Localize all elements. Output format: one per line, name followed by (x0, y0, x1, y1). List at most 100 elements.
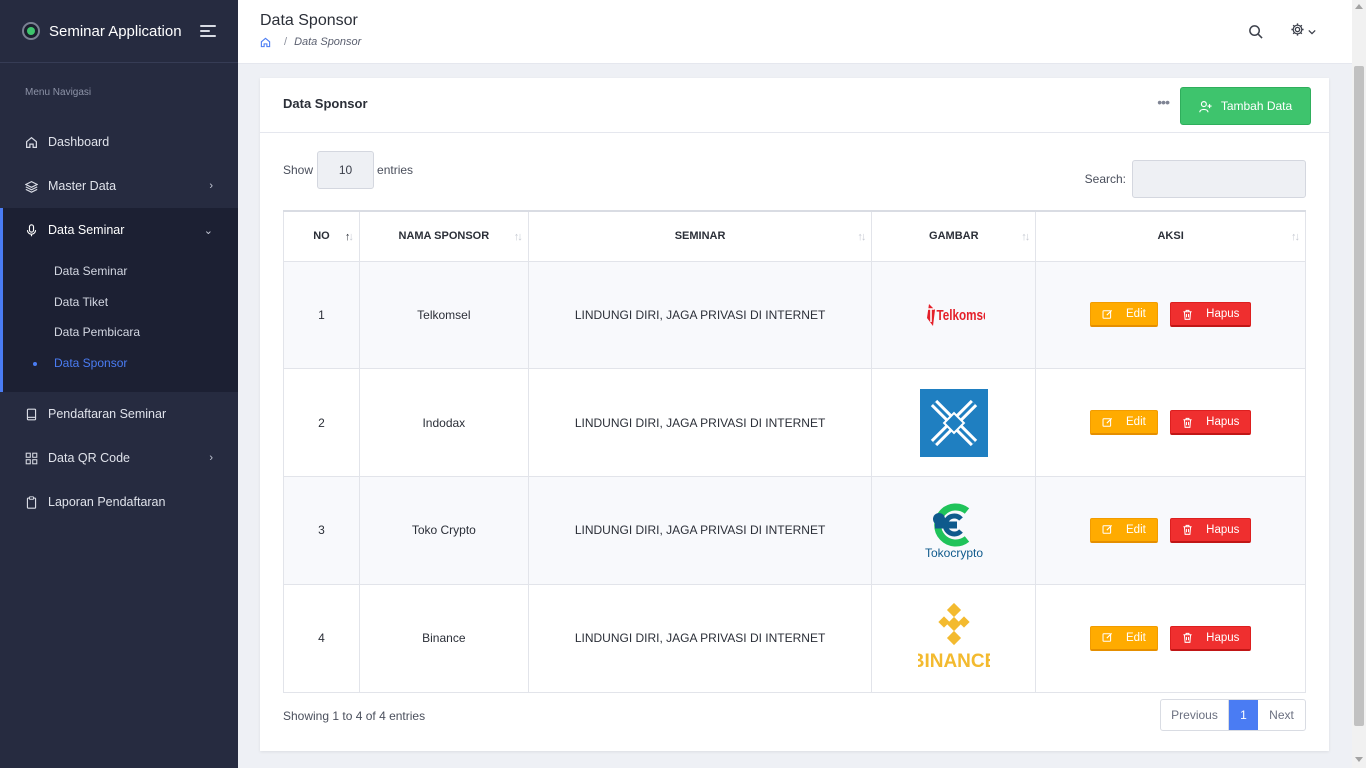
sidebar-item-dashboard[interactable]: Dashboard (0, 120, 238, 164)
table-search: Search: (1085, 160, 1306, 198)
cell-no: 1 (283, 260, 360, 370)
sidebar-brand: Seminar Application (0, 0, 238, 63)
telkomsel-logo-text: Telkomsel (936, 307, 985, 323)
home-icon (25, 136, 38, 149)
table-header-row: NO ↑↓ NAMA SPONSOR ↑↓ SEMINAR ↑↓ GAMBAR ↑↓ A… (283, 210, 1306, 262)
clipboard-icon (25, 495, 38, 509)
chevron-down-icon: ⌄ (203, 224, 213, 237)
breadcrumb: / Data Sponsor (260, 36, 361, 48)
page-scrollbar[interactable] (1352, 0, 1366, 768)
topbar: Data Sponsor / Data Sponsor (238, 0, 1352, 64)
sidebar-section-label: Menu Navigasi (25, 87, 92, 98)
delete-button[interactable]: Hapus (1170, 625, 1252, 651)
sidebar-subitem-data-pembicara[interactable]: Data Pembicara (3, 317, 238, 348)
entries-select[interactable]: 10 (317, 151, 375, 189)
chevron-right-icon: › (209, 180, 213, 192)
more-dots-icon[interactable]: ••• (1157, 94, 1170, 110)
column-label: SEMINAR (674, 230, 726, 243)
home-icon[interactable] (260, 37, 271, 48)
pagination-next[interactable]: Next (1258, 700, 1305, 730)
microphone-icon (25, 223, 38, 237)
sidebar-item-label: Dashboard (48, 135, 110, 149)
sidebar-item-data-seminar[interactable]: Data Seminar ⌄ (0, 208, 238, 252)
chevron-right-icon: › (209, 452, 213, 464)
table-row: 1 Telkomsel LINDUNGI DIRI, JAGA PRIVASI … (283, 260, 1306, 370)
app-logo-icon (22, 22, 40, 40)
edit-icon (1102, 524, 1113, 535)
pagination-page-1[interactable]: 1 (1229, 700, 1258, 730)
scroll-thumb[interactable] (1354, 66, 1364, 726)
edit-icon (1102, 417, 1113, 428)
sidebar-subitem-data-sponsor[interactable]: Data Sponsor (3, 348, 238, 379)
binance-logo-text: BINANCE (918, 651, 990, 672)
delete-label: Hapus (1206, 523, 1240, 536)
column-header-gambar[interactable]: GAMBAR ↑↓ (871, 210, 1037, 262)
column-header-no[interactable]: NO ↑↓ (283, 210, 360, 262)
menu-toggle-icon[interactable] (200, 25, 216, 37)
sidebar-item-laporan-pendaftaran[interactable]: Laporan Pendaftaran (0, 480, 238, 524)
sidebar-item-data-qr-code[interactable]: Data QR Code › (0, 436, 238, 480)
trash-icon (1182, 524, 1193, 536)
sidebar-item-master-data[interactable]: Master Data › (0, 164, 238, 208)
sort-icon: ↑↓ (513, 231, 523, 243)
column-header-seminar[interactable]: SEMINAR ↑↓ (527, 210, 873, 262)
search-label: Search: (1084, 172, 1126, 186)
search-icon[interactable] (1248, 24, 1264, 40)
sidebar-item-label: Laporan Pendaftaran (48, 495, 166, 509)
cell-actions: Edit Hapus (1035, 260, 1306, 370)
edit-label: Edit (1126, 631, 1146, 644)
trash-icon (1182, 632, 1193, 644)
edit-button[interactable]: Edit (1089, 410, 1158, 436)
sidebar-subitem-data-seminar[interactable]: Data Seminar (3, 256, 238, 287)
sidebar: Seminar Application Menu Navigasi Dashbo… (0, 0, 238, 768)
tokocrypto-logo-text: Tokocrypto (925, 546, 983, 560)
entries-control: Show 10 entries (283, 151, 413, 189)
breadcrumb-current: Data Sponsor (294, 36, 362, 48)
sponsor-table: NO ↑↓ NAMA SPONSOR ↑↓ SEMINAR ↑↓ GAMBAR ↑↓ A… (283, 210, 1306, 693)
delete-button[interactable]: Hapus (1170, 517, 1252, 543)
card-title: Data Sponsor (283, 96, 368, 111)
show-label: Show (283, 163, 314, 177)
chevron-down-icon (1308, 23, 1316, 41)
sidebar-item-label: Master Data (48, 179, 117, 193)
column-header-aksi[interactable]: AKSI ↑↓ (1035, 210, 1306, 262)
delete-label: Hapus (1206, 631, 1240, 644)
cell-sponsor-name: Telkomsel (358, 260, 529, 370)
settings-menu[interactable] (1290, 22, 1316, 42)
edit-button[interactable]: Edit (1089, 625, 1158, 651)
sidebar-item-label: Data QR Code (48, 451, 130, 465)
column-label: GAMBAR (929, 230, 979, 243)
delete-button[interactable]: Hapus (1170, 302, 1252, 328)
scroll-down-arrow-icon[interactable] (1355, 757, 1363, 762)
card-header: Data Sponsor ••• Tambah Data (260, 78, 1329, 133)
pagination: Previous 1 Next (1160, 699, 1306, 731)
cell-no: 4 (283, 583, 360, 693)
scroll-up-arrow-icon[interactable] (1355, 4, 1363, 9)
sidebar-subitem-data-tiket[interactable]: Data Tiket (3, 287, 238, 318)
cell-seminar: LINDUNGI DIRI, JAGA PRIVASI DI INTERNET (527, 476, 873, 585)
trash-icon (1182, 309, 1193, 320)
edit-button[interactable]: Edit (1089, 302, 1158, 328)
table-row: 3 Toko Crypto LINDUNGI DIRI, JAGA PRIVAS… (283, 476, 1306, 585)
edit-button[interactable]: Edit (1089, 517, 1158, 543)
user-plus-icon (1199, 100, 1212, 113)
cell-seminar: LINDUNGI DIRI, JAGA PRIVASI DI INTERNET (527, 260, 873, 370)
search-input[interactable] (1132, 160, 1306, 198)
cell-sponsor-name: Binance (358, 583, 529, 693)
delete-label: Hapus (1206, 308, 1240, 321)
delete-button[interactable]: Hapus (1170, 410, 1252, 436)
pagination-previous[interactable]: Previous (1161, 700, 1229, 730)
edit-label: Edit (1126, 523, 1146, 536)
cell-no: 3 (283, 476, 360, 585)
sort-icon: ↑↓ (857, 231, 866, 243)
trash-icon (1182, 417, 1193, 428)
cell-actions: Edit Hapus (1035, 368, 1306, 478)
sidebar-item-pendaftaran-seminar[interactable]: Pendaftaran Seminar (0, 392, 238, 436)
add-data-button[interactable]: Tambah Data (1180, 87, 1311, 125)
indodax-logo (872, 388, 1035, 457)
cell-image: Tokocrypto (871, 476, 1037, 585)
column-header-nama-sponsor[interactable]: NAMA SPONSOR ↑↓ (358, 210, 529, 262)
gear-icon (1290, 22, 1305, 42)
table-info: Showing 1 to 4 of 4 entries (283, 709, 426, 723)
edit-label: Edit (1126, 416, 1146, 429)
